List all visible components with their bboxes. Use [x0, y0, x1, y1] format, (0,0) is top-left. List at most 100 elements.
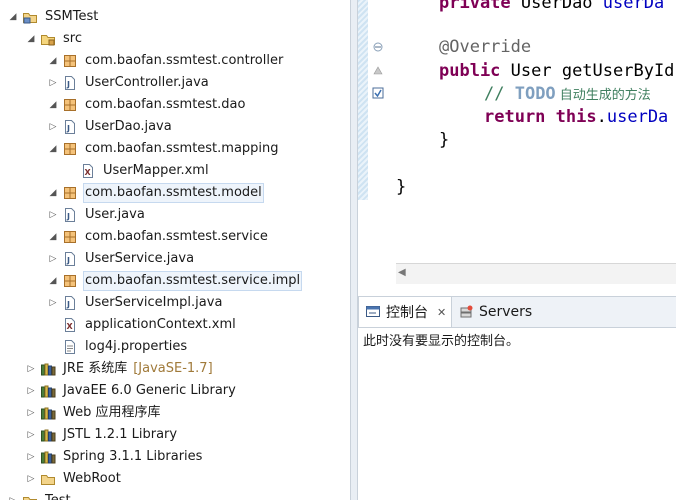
code-line: private UserDao userDa — [439, 0, 664, 14]
project-icon — [22, 493, 38, 500]
console-message: 此时没有要显示的控制台。 — [363, 334, 520, 349]
tab-console[interactable]: 控制台 ✕ — [358, 297, 452, 327]
collapse-arrow-icon[interactable]: ◢ — [48, 232, 58, 242]
expand-arrow-icon[interactable]: ▷ — [26, 408, 36, 418]
tree-item[interactable]: ▷ Spring 3.1.1 Libraries — [26, 446, 204, 468]
properties-file-icon — [62, 339, 78, 355]
collapse-arrow-icon[interactable]: ◢ — [8, 12, 18, 22]
tree-item-label: UserController.java — [85, 75, 209, 90]
fold-collapse-icon[interactable] — [373, 42, 383, 52]
code-token: this — [555, 107, 597, 127]
expand-arrow-icon[interactable]: ▷ — [26, 364, 36, 374]
svg-text:J: J — [66, 256, 70, 265]
collapse-arrow-icon[interactable]: ◢ — [48, 276, 58, 286]
expand-arrow-icon[interactable]: ▷ — [26, 430, 36, 440]
tree-item-label: JavaEE 6.0 Generic Library — [63, 383, 236, 398]
tree-item[interactable]: ◢ com.baofan.ssmtest.service — [48, 226, 270, 248]
code-token: } — [396, 177, 407, 197]
code-token: // — [484, 84, 515, 104]
expand-arrow-icon[interactable]: ▷ — [48, 78, 58, 88]
tree-item[interactable]: ▷ J UserController.java — [48, 72, 211, 94]
tree-item[interactable]: ▷ JSTL 1.2.1 Library — [26, 424, 179, 446]
tree-item[interactable]: ▷ J User.java — [48, 204, 147, 226]
expand-arrow-icon[interactable]: ▷ — [48, 122, 58, 132]
tree-item[interactable]: ▷ JavaEE 6.0 Generic Library — [26, 380, 238, 402]
tree-item[interactable]: X UserMapper.xml — [66, 160, 211, 182]
tree-item[interactable]: ▷ WebRoot — [26, 468, 123, 490]
code-token: 自动生成的方法 — [555, 88, 651, 103]
tree-item[interactable]: ▷ JRE 系统库 [JavaSE-1.7] — [26, 358, 213, 380]
tree-item[interactable]: ▷ J UserService.java — [48, 248, 196, 270]
tree-item-label: com.baofan.ssmtest.model — [83, 183, 264, 203]
task-marker-icon[interactable] — [372, 87, 384, 99]
scroll-left-arrow-icon[interactable]: ◀ — [398, 267, 406, 278]
tree-item[interactable]: ◢ SSMTest — [8, 6, 100, 28]
tree-item[interactable]: XapplicationContext.xml — [48, 314, 238, 336]
code-token: @Override — [439, 37, 532, 57]
collapse-arrow-icon[interactable]: ◢ — [48, 144, 58, 154]
xml-file-icon: X — [80, 163, 96, 179]
tab-servers-label: Servers — [479, 304, 533, 320]
tree-item[interactable]: ▷ Web 应用程序库 — [26, 402, 162, 424]
tree-item-label: com.baofan.ssmtest.service — [85, 229, 268, 244]
tree-item[interactable]: ◢ com.baofan.ssmtest.dao — [48, 94, 247, 116]
code-editor[interactable]: private UserDao userDa @Override public Us… — [358, 0, 676, 288]
expand-arrow-icon[interactable]: ▷ — [26, 386, 36, 396]
tree-item[interactable]: ◢ src — [26, 28, 84, 50]
expand-arrow-icon[interactable]: ▷ — [26, 452, 36, 462]
tree-item[interactable]: ◢ com.baofan.ssmtest.mapping — [48, 138, 281, 160]
svg-text:J: J — [66, 124, 70, 133]
tree-item[interactable]: ◢ com.baofan.ssmtest.service.impl — [48, 270, 303, 292]
collapse-arrow-icon[interactable]: ◢ — [48, 100, 58, 110]
library-icon — [40, 427, 56, 443]
collapse-arrow-icon[interactable]: ◢ — [48, 188, 58, 198]
close-tab-icon[interactable]: ✕ — [437, 306, 446, 319]
code-token: return — [484, 107, 546, 127]
package-icon — [62, 185, 78, 201]
library-icon — [40, 361, 56, 377]
svg-text:X: X — [85, 168, 92, 177]
code-line: } — [439, 129, 449, 151]
tree-item[interactable]: ▷ Test — [8, 490, 73, 500]
code-token: User getUserById — [500, 61, 675, 81]
horizontal-scrollbar[interactable]: ◀ — [396, 263, 676, 284]
tab-servers[interactable]: Servers — [458, 297, 558, 327]
package-icon — [62, 273, 78, 289]
tree-item[interactable]: log4j.properties — [48, 336, 189, 358]
tree-item-suffix: [JavaSE-1.7] — [133, 361, 213, 376]
view-splitter[interactable] — [350, 0, 358, 500]
code-token: } — [439, 130, 450, 150]
package-icon — [62, 53, 78, 69]
tree-item-label: applicationContext.xml — [85, 317, 236, 332]
tree-item-label: JSTL 1.2.1 Library — [63, 427, 178, 442]
library-icon — [40, 405, 56, 421]
code-token: userDa — [602, 0, 665, 13]
svg-text:J: J — [66, 80, 70, 89]
tree-item[interactable]: ◢ com.baofan.ssmtest.controller — [48, 50, 285, 72]
code-line: // TODO 自动生成的方法 — [484, 83, 651, 105]
collapse-arrow-icon[interactable]: ◢ — [48, 56, 58, 66]
tree-item[interactable]: ▷ J UserServiceImpl.java — [48, 292, 224, 314]
override-marker-icon — [373, 66, 383, 75]
expand-arrow-icon[interactable]: ▷ — [48, 210, 58, 220]
tree-item-label: Spring 3.1.1 Libraries — [63, 449, 203, 464]
expand-arrow-icon[interactable]: ▷ — [26, 474, 36, 484]
tree-item-label: log4j.properties — [85, 339, 188, 354]
expand-arrow-icon[interactable]: ▷ — [48, 298, 58, 308]
tree-item[interactable]: ▷ J UserDao.java — [48, 116, 174, 138]
svg-text:X: X — [67, 322, 74, 331]
tree-item[interactable]: ◢ com.baofan.ssmtest.model — [48, 182, 264, 204]
java-file-icon: J — [62, 75, 78, 91]
collapse-arrow-icon[interactable]: ◢ — [26, 34, 36, 44]
tree-item-label: UserService.java — [85, 251, 195, 266]
folder-icon — [40, 471, 56, 487]
console-view: 控制台 ✕ Servers 此时没有要显示的控制台。 — [358, 296, 676, 501]
expand-arrow-icon[interactable]: ▷ — [48, 254, 58, 264]
servers-icon — [458, 304, 474, 320]
expand-arrow-icon[interactable]: ▷ — [8, 496, 18, 500]
code-line: return this.userDa — [484, 106, 668, 128]
library-icon — [40, 383, 56, 399]
